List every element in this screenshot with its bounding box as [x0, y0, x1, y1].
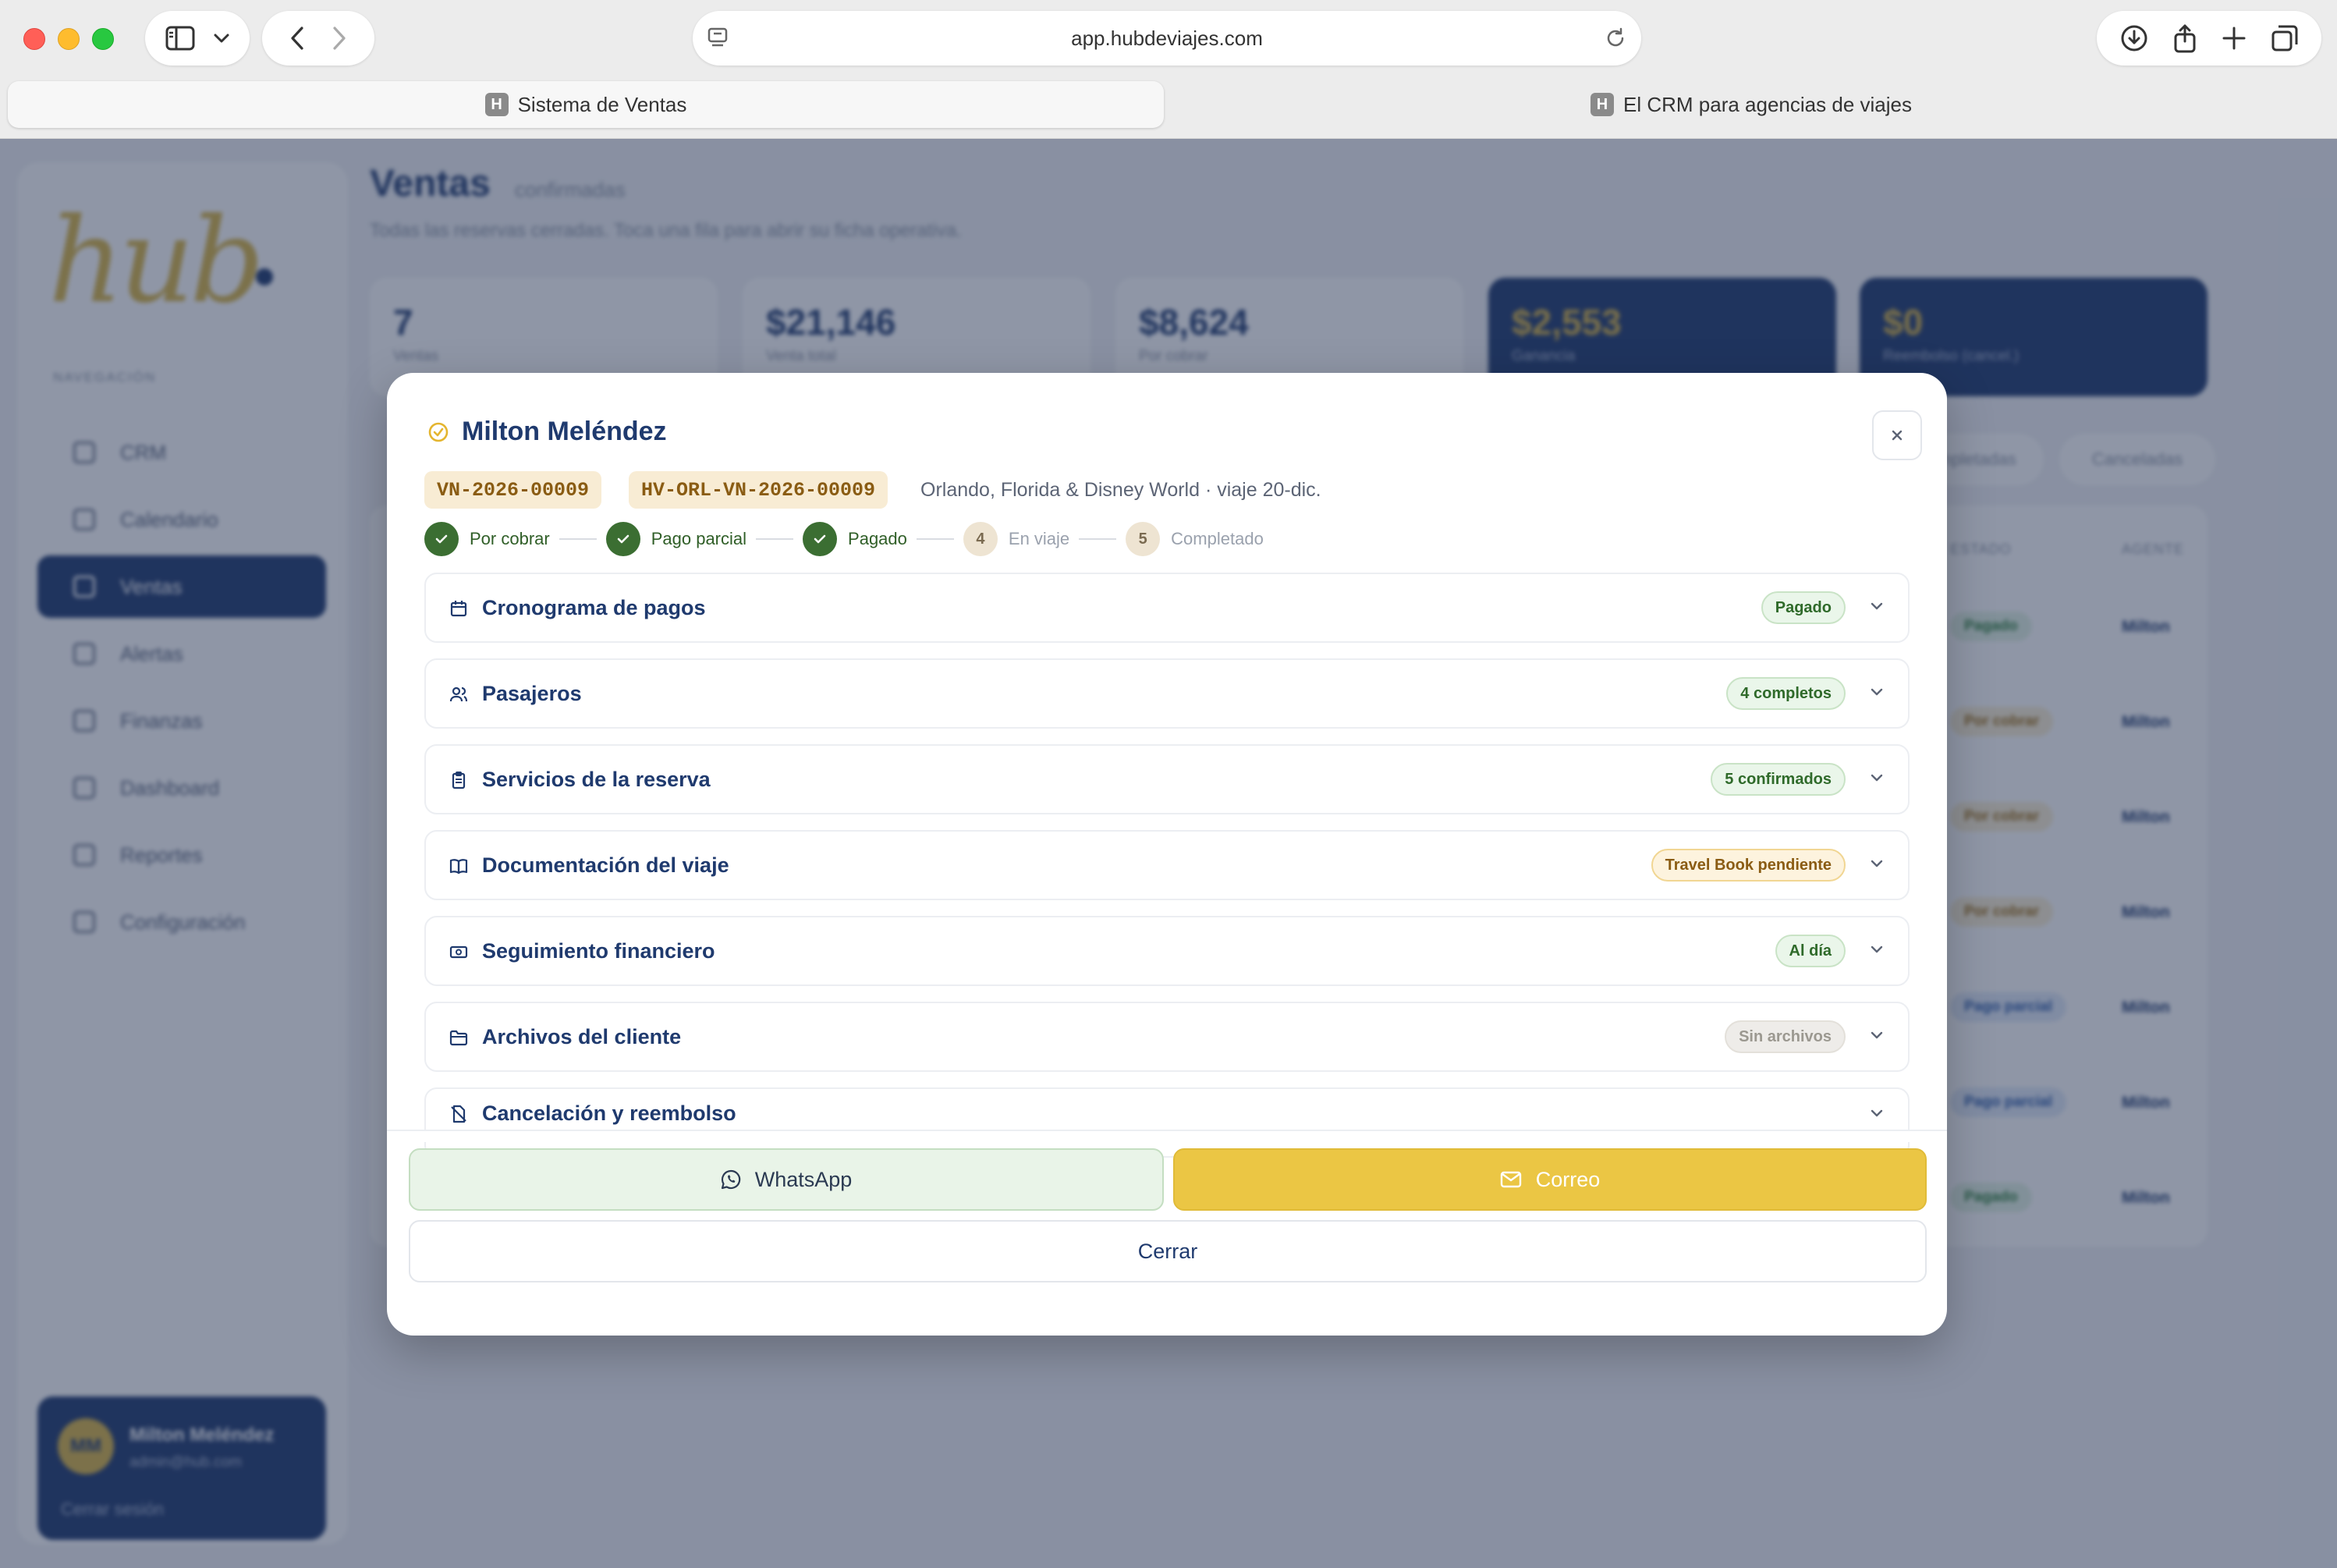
- tab-favicon: H: [484, 93, 509, 116]
- step-number: 5: [1126, 522, 1161, 556]
- email-label: Correo: [1535, 1167, 1601, 1191]
- whatsapp-button[interactable]: WhatsApp: [409, 1148, 1164, 1211]
- step-label: Pago parcial: [651, 529, 747, 548]
- section-title: Pasajeros: [482, 681, 582, 705]
- section-title: Archivos del cliente: [482, 1024, 682, 1048]
- chevron-down-icon: [1871, 688, 1883, 696]
- status-badge: Sin archivos: [1725, 1020, 1846, 1053]
- section-seguimiento-financiero[interactable]: Seguimiento financiero Al día: [424, 916, 1910, 986]
- status-stepper: Por cobrar Pago parcial Pagado 4 En viaj…: [424, 521, 1264, 557]
- status-badge: 4 completos: [1726, 677, 1846, 710]
- forward-icon[interactable]: [332, 26, 347, 51]
- browser-chrome: app.hubdeviajes.com H Sistema de Ventas …: [0, 0, 2337, 139]
- check-circle-icon: [428, 422, 449, 442]
- section-cronograma-de-pagos[interactable]: Cronograma de pagos Pagado: [424, 573, 1910, 643]
- section-title: Documentación del viaje: [482, 853, 729, 877]
- download-icon[interactable]: [2120, 24, 2148, 52]
- check-icon: [617, 534, 629, 544]
- section-title: Cronograma de pagos: [482, 595, 706, 619]
- minimize-window-button[interactable]: [58, 28, 80, 50]
- users-icon: [449, 686, 468, 702]
- step-label: Completado: [1171, 529, 1264, 548]
- tab-label: Sistema de Ventas: [517, 92, 687, 116]
- status-badge: 5 confirmados: [1711, 763, 1846, 796]
- client-name: Milton Meléndez: [462, 417, 667, 446]
- share-icon[interactable]: [2172, 23, 2197, 53]
- chevron-down-icon: [1871, 1031, 1883, 1039]
- chevron-down-icon: [1871, 602, 1883, 610]
- banknote-icon: [449, 945, 468, 959]
- address-bar[interactable]: app.hubdeviajes.com: [693, 11, 1641, 66]
- file-x-icon: [451, 1105, 466, 1123]
- maximize-window-button[interactable]: [92, 28, 114, 50]
- sidebar-toggle-group: [145, 11, 250, 66]
- section-documentacion-del-viaje[interactable]: Documentación del viaje Travel Book pend…: [424, 830, 1910, 900]
- close-icon: [1892, 430, 1903, 441]
- trip-description: Orlando, Florida & Disney World · viaje …: [920, 478, 1321, 501]
- chevron-down-icon: [1871, 945, 1883, 953]
- step-por-cobrar: Por cobrar: [424, 522, 550, 556]
- chevron-down-icon: [1871, 774, 1883, 782]
- sale-code-badge: VN-2026-00009: [424, 471, 602, 509]
- chevron-down-icon: [1871, 1109, 1883, 1117]
- clipboard-icon: [452, 772, 466, 789]
- history-nav: [262, 11, 374, 66]
- tab-overview-icon[interactable]: [2271, 24, 2299, 52]
- step-connector: [1079, 538, 1117, 540]
- status-badge: Travel Book pendiente: [1651, 849, 1846, 882]
- check-icon: [435, 534, 448, 544]
- section-title: Servicios de la reserva: [482, 767, 711, 791]
- step-check: [803, 522, 838, 556]
- footer-divider: [387, 1130, 1947, 1142]
- status-badge: Pagado: [1761, 591, 1846, 624]
- page-settings-icon[interactable]: [707, 27, 729, 50]
- booking-code-badge: HV-ORL-VN-2026-00009: [629, 471, 888, 509]
- calendar-icon: [450, 601, 467, 617]
- reload-icon[interactable]: [1604, 27, 1627, 50]
- close-label: Cerrar: [1137, 1239, 1198, 1263]
- toolbar-actions: [2097, 11, 2321, 66]
- back-icon[interactable]: [289, 26, 305, 51]
- tab-favicon: H: [1591, 93, 1615, 116]
- section-cancelacion-y-reembolso[interactable]: Cancelación y reembolso: [424, 1087, 1910, 1158]
- step-number: 4: [963, 522, 998, 556]
- close-window-button[interactable]: [23, 28, 45, 50]
- step-label: Por cobrar: [470, 529, 550, 548]
- chevron-down-icon[interactable]: [213, 33, 230, 44]
- step-completado: 5 Completado: [1126, 522, 1264, 556]
- book-icon: [449, 859, 468, 874]
- url-text: app.hubdeviajes.com: [1071, 26, 1263, 50]
- step-connector: [756, 538, 794, 540]
- email-button[interactable]: Correo: [1173, 1148, 1927, 1211]
- step-en-viaje: 4 En viaje: [963, 522, 1069, 556]
- section-archivos-del-cliente[interactable]: Archivos del cliente Sin archivos: [424, 1002, 1910, 1072]
- section-servicios-de-la-reserva[interactable]: Servicios de la reserva 5 confirmados: [424, 744, 1910, 814]
- tab-crm-agencias[interactable]: H El CRM para agencias de viajes: [1173, 81, 2329, 128]
- section-pasajeros[interactable]: Pasajeros 4 completos: [424, 658, 1910, 729]
- step-pago-parcial: Pago parcial: [605, 522, 747, 556]
- check-icon: [814, 534, 826, 544]
- step-check: [605, 522, 640, 556]
- step-connector: [916, 538, 954, 540]
- tab-label: El CRM para agencias de viajes: [1623, 92, 1912, 116]
- mail-icon: [1500, 1171, 1521, 1188]
- tab-sistema-de-ventas[interactable]: H Sistema de Ventas: [8, 81, 1164, 128]
- window-controls: [23, 28, 114, 50]
- section-title: Seguimiento financiero: [482, 938, 715, 963]
- whatsapp-label: WhatsApp: [754, 1167, 853, 1191]
- step-label: En viaje: [1008, 529, 1070, 548]
- new-tab-icon[interactable]: [2222, 26, 2247, 51]
- sidebar-toggle-icon[interactable]: [165, 26, 195, 51]
- whatsapp-icon: [721, 1169, 740, 1190]
- status-badge: Al día: [1775, 935, 1846, 967]
- step-pagado: Pagado: [803, 522, 907, 556]
- step-check: [424, 522, 459, 556]
- close-button[interactable]: Cerrar: [409, 1220, 1927, 1282]
- folder-icon: [449, 1030, 468, 1046]
- step-label: Pagado: [848, 529, 907, 548]
- close-modal-button[interactable]: [1872, 410, 1922, 460]
- chevron-down-icon: [1871, 860, 1883, 867]
- sale-detail-modal: Milton Meléndez VN-2026-00009 HV-ORL-VN-…: [387, 373, 1947, 1336]
- step-connector: [559, 538, 597, 540]
